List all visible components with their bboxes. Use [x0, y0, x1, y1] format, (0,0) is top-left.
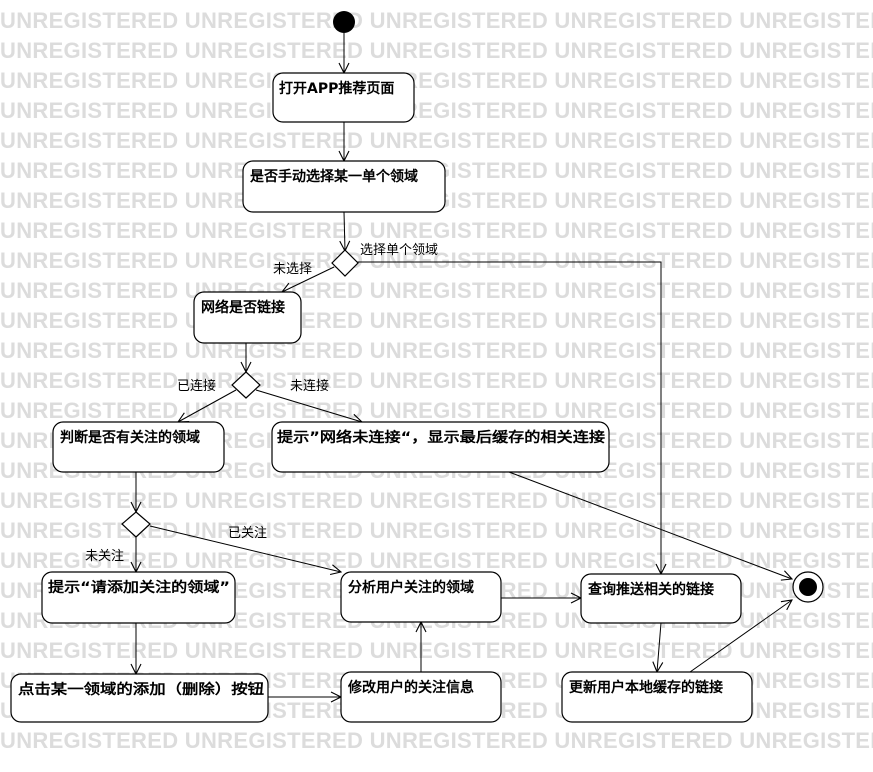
- node-modify: 修改用户的关注信息: [340, 671, 502, 723]
- start-node: [333, 11, 355, 33]
- edge-label-not-followed: 未关注: [85, 549, 124, 564]
- decision-network: [231, 371, 261, 399]
- decision-manual: [331, 249, 359, 277]
- node-analyze: 分析用户关注的领域: [340, 571, 502, 623]
- node-judge-followed-label: 判断是否有关注的领域: [60, 429, 200, 446]
- edge-manual-decision1: [344, 211, 345, 251]
- edge-decision2-judge: [178, 389, 237, 422]
- node-prompt-offline-label: 提示”网络未连接“，显示最后缓存的相关连接: [277, 429, 605, 446]
- node-judge-followed: 判断是否有关注的领域: [52, 421, 225, 473]
- end-node: [792, 571, 824, 603]
- node-prompt-add: 提示“请添加关注的领域”: [41, 571, 236, 624]
- node-analyze-label: 分析用户关注的领域: [348, 579, 474, 596]
- edge-label-single-selected: 选择单个领域: [360, 243, 438, 258]
- node-click-add-label: 点击某一领域的添加（删除）按钮: [18, 681, 264, 698]
- edge-offline-end: [508, 471, 792, 579]
- edge-query-update: [657, 622, 661, 672]
- node-modify-label: 修改用户的关注信息: [347, 679, 474, 696]
- edge-label-not-connected: 未连接: [290, 378, 329, 394]
- node-click-add: 点击某一领域的添加（删除）按钮: [10, 673, 269, 723]
- node-network-label: 网络是否链接: [201, 299, 285, 316]
- edge-label-followed: 已关注: [228, 526, 267, 541]
- activity-diagram: 打开APP推荐页面 是否手动选择某一单个领域 网络是否链接 判断是否有关注的领域…: [10, 11, 824, 723]
- edge-decision2-offline: [255, 389, 362, 422]
- edge-decision1-query: [357, 261, 661, 574]
- node-query-label: 查询推送相关的链接: [588, 581, 714, 598]
- decision-followed: [121, 511, 151, 538]
- node-query: 查询推送相关的链接: [580, 573, 742, 624]
- node-manual-select: 是否手动选择某一单个领域: [242, 160, 446, 213]
- node-open-app: 打开APP推荐页面: [272, 72, 415, 123]
- node-update-cache: 更新用户本地缓存的链接: [561, 671, 753, 723]
- node-open-app-label: 打开APP推荐页面: [279, 80, 394, 97]
- node-update-cache-label: 更新用户本地缓存的链接: [569, 679, 723, 696]
- node-prompt-offline: 提示”网络未连接“，显示最后缓存的相关连接: [271, 421, 610, 473]
- node-prompt-add-label: 提示“请添加关注的领域”: [48, 579, 230, 596]
- edge-label-connected: 已连接: [177, 378, 216, 394]
- node-manual-select-label: 是否手动选择某一单个领域: [250, 168, 418, 185]
- node-network: 网络是否链接: [193, 291, 302, 344]
- edge-label-not-selected: 未选择: [273, 262, 312, 277]
